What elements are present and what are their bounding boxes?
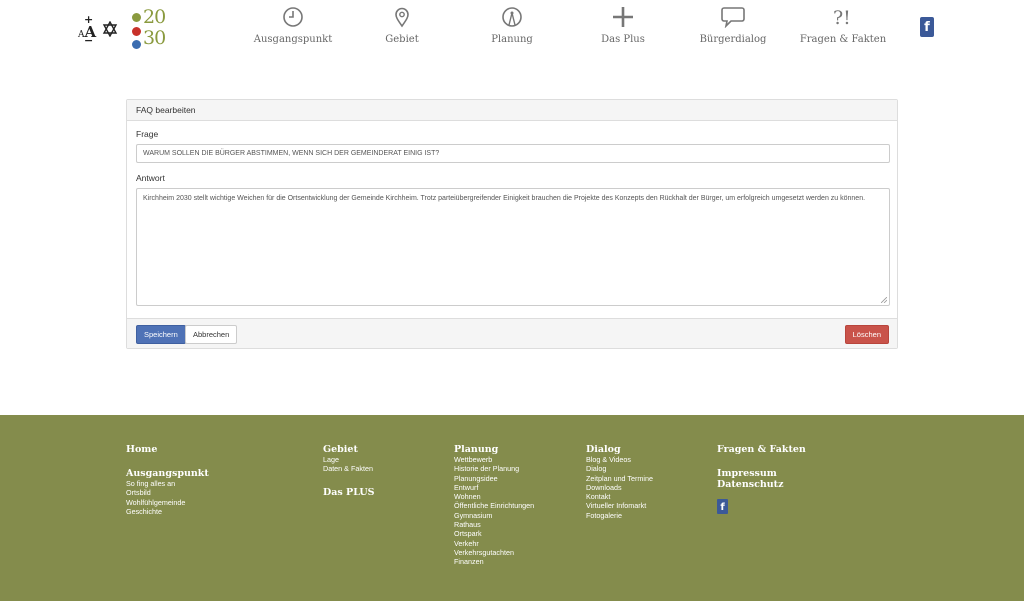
clock-icon xyxy=(283,7,303,27)
footer-link[interactable]: Lage xyxy=(323,455,375,464)
footer-link[interactable]: Blog & Videos xyxy=(586,455,653,464)
question-exclamation-icon: ?! xyxy=(833,7,851,28)
main-nav: Ausgangspunkt Gebiet Planung Das Plus Bü… xyxy=(240,6,900,54)
logo-text-20: 20 xyxy=(143,6,166,28)
footer-link-das-plus[interactable]: Das PLUS xyxy=(323,487,375,498)
footer-link-planung[interactable]: Planung xyxy=(454,444,534,455)
footer-link[interactable]: Historie der Planung xyxy=(454,464,534,473)
logo-text-30: 30 xyxy=(143,27,166,49)
nav-label: Gebiet xyxy=(385,34,419,45)
nav-item-gebiet[interactable]: Gebiet xyxy=(347,6,457,45)
footer-link[interactable]: Gymnasium xyxy=(454,511,534,520)
nav-item-das-plus[interactable]: Das Plus xyxy=(568,6,678,45)
footer-link[interactable]: Verkehr xyxy=(454,539,534,548)
nav-item-planung[interactable]: Planung xyxy=(457,6,567,45)
footer-link[interactable]: Virtueller Infomarkt xyxy=(586,501,653,510)
faq-edit-panel: FAQ bearbeiten Frage WARUM SOLLEN DIE BÜ… xyxy=(126,99,898,349)
footer-link[interactable]: Rathaus xyxy=(454,520,534,529)
nav-item-buergerdialog[interactable]: Bürgerdialog xyxy=(678,6,788,45)
footer-link[interactable]: Geschichte xyxy=(126,507,209,516)
site-logo[interactable]: 20 30 xyxy=(131,6,173,50)
answer-textarea[interactable]: Kirchheim 2030 stellt wichtige Weichen f… xyxy=(136,188,890,306)
footer-link-gebiet[interactable]: Gebiet xyxy=(323,444,375,455)
footer-link[interactable]: Wohnen xyxy=(454,492,534,501)
question-input[interactable]: WARUM SOLLEN DIE BÜRGER ABSTIMMEN, WENN … xyxy=(136,144,890,163)
accessibility-tools: + AA − xyxy=(78,13,120,47)
map-pin-icon xyxy=(395,7,409,28)
footer-link[interactable]: Ortspark xyxy=(454,529,534,538)
nav-label: Das Plus xyxy=(601,34,645,45)
delete-button[interactable]: Löschen xyxy=(844,325,889,344)
logo-dot-green xyxy=(132,13,141,22)
facebook-icon[interactable]: f xyxy=(717,499,728,514)
question-label: Frage xyxy=(136,129,159,139)
footer-link-impressum[interactable]: Impressum xyxy=(717,468,806,479)
footer-link[interactable]: Öffentliche Einrichtungen xyxy=(454,501,534,510)
footer-link[interactable]: Zeitplan und Termine xyxy=(586,474,653,483)
speech-bubble-icon xyxy=(721,7,745,28)
footer-link[interactable]: Fotogalerie xyxy=(586,511,653,520)
logo-dot-red xyxy=(132,27,141,36)
nav-label: Bürgerdialog xyxy=(699,34,767,45)
resize-grip-icon[interactable] xyxy=(881,297,887,303)
panel-heading: FAQ bearbeiten xyxy=(127,100,897,121)
footer-link[interactable]: Planungsidee xyxy=(454,474,534,483)
nav-label: Fragen & Fakten xyxy=(799,34,887,45)
footer-link[interactable]: Daten & Fakten xyxy=(323,464,375,473)
font-size-icon[interactable]: + AA − xyxy=(78,13,96,47)
footer-link-home[interactable]: Home xyxy=(126,444,209,455)
nav-item-fragen-fakten[interactable]: ?! Fragen & Fakten xyxy=(788,6,898,45)
footer-link[interactable]: So fing alles an xyxy=(126,479,209,488)
contrast-icon[interactable] xyxy=(102,21,118,37)
logo-dot-blue xyxy=(132,40,141,49)
save-button[interactable]: Speichern xyxy=(136,325,186,344)
answer-label: Antwort xyxy=(136,173,165,183)
footer-col-home: Home Ausgangspunkt So fing alles an Orts… xyxy=(126,444,209,516)
answer-text: Kirchheim 2030 stellt wichtige Weichen f… xyxy=(143,195,866,202)
nav-label: Planung xyxy=(491,34,533,45)
footer-col-planung: Planung Wettbewerb Historie der Planung … xyxy=(454,444,534,567)
site-header: + AA − 20 30 Ausgangspunkt Gebiet Planun… xyxy=(0,0,1024,60)
footer-link-dialog[interactable]: Dialog xyxy=(586,444,653,455)
plus-icon xyxy=(613,7,633,27)
footer-col-gebiet: Gebiet Lage Daten & Fakten Das PLUS xyxy=(323,444,375,498)
nav-item-ausgangspunkt[interactable]: Ausgangspunkt xyxy=(238,6,348,45)
footer-link[interactable]: Downloads xyxy=(586,483,653,492)
footer-col-dialog: Dialog Blog & Videos Dialog Zeitplan und… xyxy=(586,444,653,520)
footer-link[interactable]: Entwurf xyxy=(454,483,534,492)
footer-link-datenschutz[interactable]: Datenschutz xyxy=(717,479,806,490)
footer-link-fragen-fakten[interactable]: Fragen & Fakten xyxy=(717,444,806,455)
footer-link[interactable]: Kontakt xyxy=(586,492,653,501)
footer-col-fragen: Fragen & Fakten Impressum Datenschutz f xyxy=(717,444,806,514)
footer-link[interactable]: Wettbewerb xyxy=(454,455,534,464)
footer-link[interactable]: Finanzen xyxy=(454,557,534,566)
footer-link[interactable]: Wohlfühlgemeinde xyxy=(126,498,209,507)
footer-link[interactable]: Ortsbild xyxy=(126,488,209,497)
cancel-button[interactable]: Abbrechen xyxy=(185,325,238,344)
svg-text:?!: ?! xyxy=(833,7,851,28)
compass-icon xyxy=(502,7,522,27)
footer-link[interactable]: Verkehrsgutachten xyxy=(454,548,534,557)
panel-body: Frage WARUM SOLLEN DIE BÜRGER ABSTIMMEN,… xyxy=(127,121,897,320)
nav-label: Ausgangspunkt xyxy=(253,34,333,45)
facebook-icon[interactable]: f xyxy=(920,17,934,37)
footer-link[interactable]: Dialog xyxy=(586,464,653,473)
panel-footer: Speichern Abbrechen Löschen xyxy=(127,318,897,348)
footer-link-ausgangspunkt[interactable]: Ausgangspunkt xyxy=(126,468,209,479)
site-footer: Home Ausgangspunkt So fing alles an Orts… xyxy=(0,415,1024,601)
